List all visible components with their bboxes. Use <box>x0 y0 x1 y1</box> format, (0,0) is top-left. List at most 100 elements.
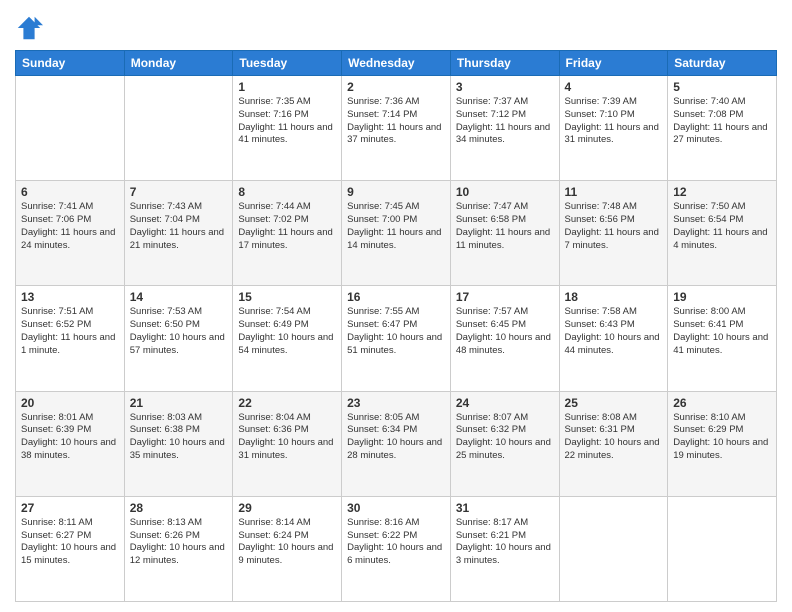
header <box>15 10 777 42</box>
calendar-cell: 10 Sunrise: 7:47 AM Sunset: 6:58 PM Dayli… <box>450 181 559 286</box>
week-row-5: 27 Sunrise: 8:11 AM Sunset: 6:27 PM Dayli… <box>16 496 777 601</box>
cell-info: Sunrise: 7:35 AM Sunset: 7:16 PM Dayligh… <box>238 96 336 147</box>
cell-info: Sunrise: 7:55 AM Sunset: 6:47 PM Dayligh… <box>347 306 445 357</box>
cell-info: Sunrise: 7:45 AM Sunset: 7:00 PM Dayligh… <box>347 201 445 252</box>
calendar-cell: 30 Sunrise: 8:16 AM Sunset: 6:22 PM Dayli… <box>342 496 451 601</box>
cell-info: Sunrise: 8:08 AM Sunset: 6:31 PM Dayligh… <box>565 412 663 463</box>
calendar-cell <box>559 496 668 601</box>
week-row-1: 1Sunrise: 7:35 AM Sunset: 7:16 PM Daylig… <box>16 76 777 181</box>
cell-info: Sunrise: 7:43 AM Sunset: 7:04 PM Dayligh… <box>130 201 228 252</box>
calendar-cell: 27 Sunrise: 8:11 AM Sunset: 6:27 PM Dayli… <box>16 496 125 601</box>
week-row-2: 6 Sunrise: 7:41 AM Sunset: 7:06 PM Daylig… <box>16 181 777 286</box>
cell-info: Sunrise: 8:07 AM Sunset: 6:32 PM Dayligh… <box>456 412 554 463</box>
cell-info: Sunrise: 7:44 AM Sunset: 7:02 PM Dayligh… <box>238 201 336 252</box>
calendar-cell: 28Sunrise: 8:13 AM Sunset: 6:26 PM Dayli… <box>124 496 233 601</box>
calendar-cell <box>668 496 777 601</box>
calendar-cell: 26 Sunrise: 8:10 AM Sunset: 6:29 PM Dayli… <box>668 391 777 496</box>
calendar-cell: 12 Sunrise: 7:50 AM Sunset: 6:54 PM Dayli… <box>668 181 777 286</box>
calendar-cell: 6 Sunrise: 7:41 AM Sunset: 7:06 PM Daylig… <box>16 181 125 286</box>
day-number: 26 <box>673 396 771 410</box>
day-number: 25 <box>565 396 663 410</box>
day-number: 13 <box>21 290 119 304</box>
calendar-cell: 20 Sunrise: 8:01 AM Sunset: 6:39 PM Dayli… <box>16 391 125 496</box>
day-number: 5 <box>673 80 771 94</box>
day-number: 23 <box>347 396 445 410</box>
cell-info: Sunrise: 7:53 AM Sunset: 6:50 PM Dayligh… <box>130 306 228 357</box>
day-number: 17 <box>456 290 554 304</box>
day-number: 19 <box>673 290 771 304</box>
calendar-cell: 19 Sunrise: 8:00 AM Sunset: 6:41 PM Dayli… <box>668 286 777 391</box>
day-number: 9 <box>347 185 445 199</box>
day-number: 27 <box>21 501 119 515</box>
column-header-friday: Friday <box>559 51 668 76</box>
cell-info: Sunrise: 8:04 AM Sunset: 6:36 PM Dayligh… <box>238 412 336 463</box>
column-header-monday: Monday <box>124 51 233 76</box>
day-number: 22 <box>238 396 336 410</box>
day-number: 21 <box>130 396 228 410</box>
cell-info: Sunrise: 7:48 AM Sunset: 6:56 PM Dayligh… <box>565 201 663 252</box>
cell-info: Sunrise: 7:41 AM Sunset: 7:06 PM Dayligh… <box>21 201 119 252</box>
column-header-wednesday: Wednesday <box>342 51 451 76</box>
cell-info: Sunrise: 7:54 AM Sunset: 6:49 PM Dayligh… <box>238 306 336 357</box>
cell-info: Sunrise: 7:40 AM Sunset: 7:08 PM Dayligh… <box>673 96 771 147</box>
week-row-4: 20 Sunrise: 8:01 AM Sunset: 6:39 PM Dayli… <box>16 391 777 496</box>
cell-info: Sunrise: 7:39 AM Sunset: 7:10 PM Dayligh… <box>565 96 663 147</box>
calendar-cell: 23 Sunrise: 8:05 AM Sunset: 6:34 PM Dayli… <box>342 391 451 496</box>
day-number: 28 <box>130 501 228 515</box>
calendar-cell <box>124 76 233 181</box>
calendar-cell: 24 Sunrise: 8:07 AM Sunset: 6:32 PM Dayli… <box>450 391 559 496</box>
calendar-cell: 14 Sunrise: 7:53 AM Sunset: 6:50 PM Dayli… <box>124 286 233 391</box>
day-number: 6 <box>21 185 119 199</box>
cell-info: Sunrise: 8:16 AM Sunset: 6:22 PM Dayligh… <box>347 517 445 568</box>
column-header-saturday: Saturday <box>668 51 777 76</box>
column-header-tuesday: Tuesday <box>233 51 342 76</box>
calendar-cell: 29 Sunrise: 8:14 AM Sunset: 6:24 PM Dayli… <box>233 496 342 601</box>
calendar-cell: 2Sunrise: 7:36 AM Sunset: 7:14 PM Daylig… <box>342 76 451 181</box>
cell-info: Sunrise: 8:10 AM Sunset: 6:29 PM Dayligh… <box>673 412 771 463</box>
calendar-table: SundayMondayTuesdayWednesdayThursdayFrid… <box>15 50 777 602</box>
cell-info: Sunrise: 8:05 AM Sunset: 6:34 PM Dayligh… <box>347 412 445 463</box>
day-number: 14 <box>130 290 228 304</box>
calendar-cell: 11 Sunrise: 7:48 AM Sunset: 6:56 PM Dayli… <box>559 181 668 286</box>
cell-info: Sunrise: 7:58 AM Sunset: 6:43 PM Dayligh… <box>565 306 663 357</box>
calendar-cell: 9 Sunrise: 7:45 AM Sunset: 7:00 PM Daylig… <box>342 181 451 286</box>
day-headers: SundayMondayTuesdayWednesdayThursdayFrid… <box>16 51 777 76</box>
calendar-cell: 3Sunrise: 7:37 AM Sunset: 7:12 PM Daylig… <box>450 76 559 181</box>
cell-info: Sunrise: 8:00 AM Sunset: 6:41 PM Dayligh… <box>673 306 771 357</box>
week-row-3: 13 Sunrise: 7:51 AM Sunset: 6:52 PM Dayli… <box>16 286 777 391</box>
calendar-cell: 18 Sunrise: 7:58 AM Sunset: 6:43 PM Dayli… <box>559 286 668 391</box>
day-number: 15 <box>238 290 336 304</box>
day-number: 18 <box>565 290 663 304</box>
calendar-cell <box>16 76 125 181</box>
calendar-cell: 21Sunrise: 8:03 AM Sunset: 6:38 PM Dayli… <box>124 391 233 496</box>
cell-info: Sunrise: 8:14 AM Sunset: 6:24 PM Dayligh… <box>238 517 336 568</box>
cell-info: Sunrise: 7:47 AM Sunset: 6:58 PM Dayligh… <box>456 201 554 252</box>
column-header-sunday: Sunday <box>16 51 125 76</box>
logo-icon <box>15 14 43 42</box>
day-number: 30 <box>347 501 445 515</box>
calendar-cell: 8Sunrise: 7:44 AM Sunset: 7:02 PM Daylig… <box>233 181 342 286</box>
cell-info: Sunrise: 7:37 AM Sunset: 7:12 PM Dayligh… <box>456 96 554 147</box>
logo <box>15 14 45 42</box>
day-number: 10 <box>456 185 554 199</box>
cell-info: Sunrise: 7:51 AM Sunset: 6:52 PM Dayligh… <box>21 306 119 357</box>
calendar-cell: 4Sunrise: 7:39 AM Sunset: 7:10 PM Daylig… <box>559 76 668 181</box>
calendar-cell: 15 Sunrise: 7:54 AM Sunset: 6:49 PM Dayli… <box>233 286 342 391</box>
cell-info: Sunrise: 7:50 AM Sunset: 6:54 PM Dayligh… <box>673 201 771 252</box>
day-number: 16 <box>347 290 445 304</box>
cell-info: Sunrise: 8:11 AM Sunset: 6:27 PM Dayligh… <box>21 517 119 568</box>
day-number: 7 <box>130 185 228 199</box>
day-number: 29 <box>238 501 336 515</box>
day-number: 11 <box>565 185 663 199</box>
calendar-cell: 22 Sunrise: 8:04 AM Sunset: 6:36 PM Dayli… <box>233 391 342 496</box>
cell-info: Sunrise: 8:01 AM Sunset: 6:39 PM Dayligh… <box>21 412 119 463</box>
calendar-cell: 25 Sunrise: 8:08 AM Sunset: 6:31 PM Dayli… <box>559 391 668 496</box>
day-number: 12 <box>673 185 771 199</box>
cell-info: Sunrise: 7:36 AM Sunset: 7:14 PM Dayligh… <box>347 96 445 147</box>
calendar-cell: 13 Sunrise: 7:51 AM Sunset: 6:52 PM Dayli… <box>16 286 125 391</box>
calendar-cell: 1Sunrise: 7:35 AM Sunset: 7:16 PM Daylig… <box>233 76 342 181</box>
cell-info: Sunrise: 8:17 AM Sunset: 6:21 PM Dayligh… <box>456 517 554 568</box>
day-number: 20 <box>21 396 119 410</box>
calendar-cell: 17Sunrise: 7:57 AM Sunset: 6:45 PM Dayli… <box>450 286 559 391</box>
day-number: 24 <box>456 396 554 410</box>
